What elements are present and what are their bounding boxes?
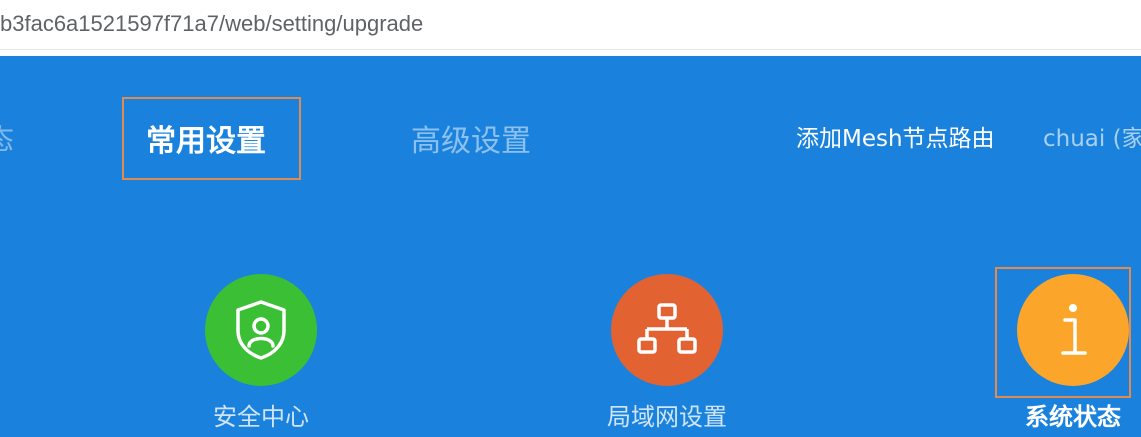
address-url[interactable]: b3fac6a1521597f71a7/web/setting/upgrade bbox=[0, 10, 423, 38]
network-topology-icon bbox=[637, 303, 697, 354]
tile-lan-settings[interactable]: 局域网设置 bbox=[587, 274, 747, 432]
info-icon bbox=[1061, 304, 1087, 355]
tile-label: 局域网设置 bbox=[607, 403, 727, 431]
tab-common-settings[interactable]: 常用设置 bbox=[146, 116, 266, 160]
security-center-button[interactable] bbox=[205, 274, 317, 386]
lan-settings-button[interactable] bbox=[611, 274, 723, 386]
user-menu[interactable]: chuai (家 bbox=[1043, 119, 1141, 153]
add-mesh-node-link[interactable]: 添加Mesh节点路由 bbox=[796, 119, 995, 153]
tile-security-center[interactable]: 安全中心 bbox=[181, 274, 341, 432]
system-status-button[interactable] bbox=[1017, 274, 1129, 386]
shield-user-icon bbox=[236, 300, 286, 360]
tile-system-status[interactable]: 系统状态 bbox=[993, 274, 1141, 432]
browser-address-bar[interactable]: b3fac6a1521597f71a7/web/setting/upgrade bbox=[0, 0, 1141, 50]
tile-label: 系统状态 bbox=[1025, 403, 1121, 431]
nav-tab-status-partial[interactable]: 态 bbox=[0, 118, 14, 158]
router-admin-page: 态 常用设置 高级设置 添加Mesh节点路由 chuai (家 安全中心 局域网… bbox=[0, 56, 1141, 437]
tile-label: 安全中心 bbox=[213, 403, 309, 431]
tab-advanced-settings[interactable]: 高级设置 bbox=[411, 116, 531, 160]
